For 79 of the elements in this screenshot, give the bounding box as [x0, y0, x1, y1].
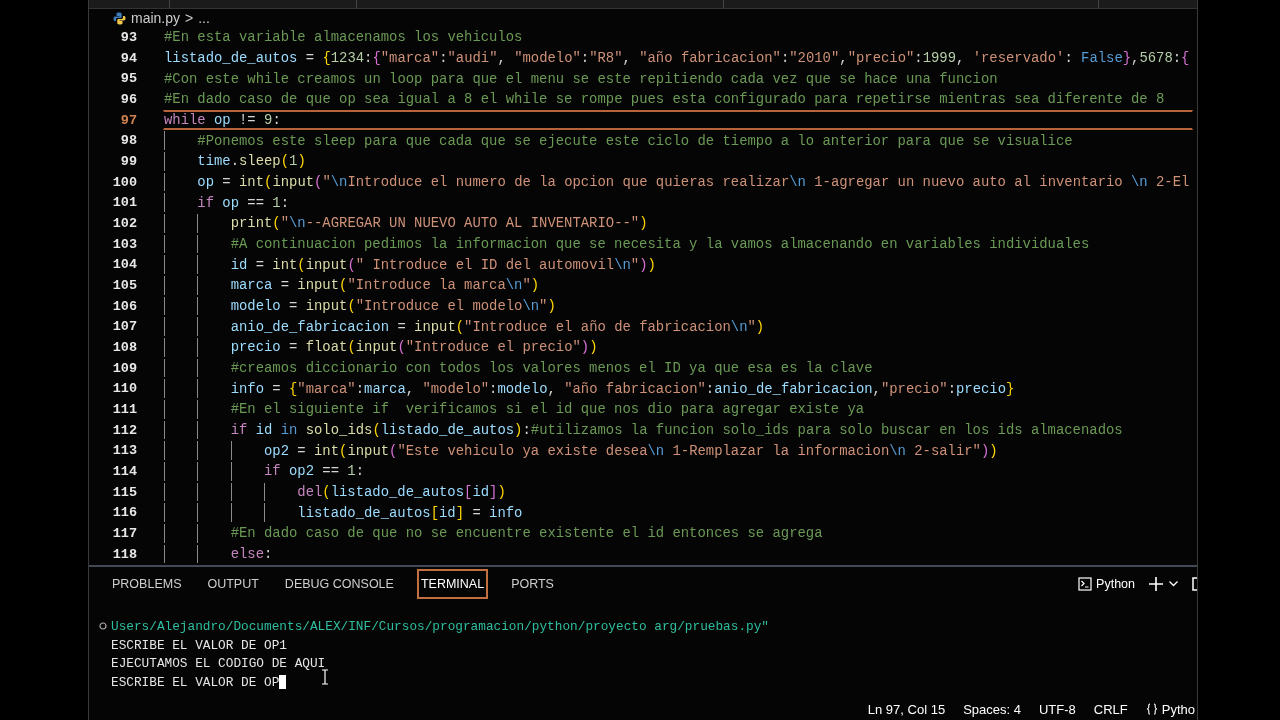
braces-icon	[1145, 703, 1158, 715]
line-number: 93	[119, 29, 137, 45]
code-line: listado_de_autos[id] = info	[297, 504, 523, 521]
code-line: op2 = int(input("Este vehiculo ya existe desea\n 1-Remplazar la informacion\n 2-salir"))	[264, 442, 998, 459]
line-number: 106	[111, 298, 137, 314]
code-line: if op == 1:	[197, 194, 290, 211]
code-line: #En dado caso de que no se encuentre existente el id entonces se agrega	[230, 525, 823, 542]
line-number: 113	[111, 443, 137, 459]
line-number: 117	[111, 525, 137, 541]
code-line: #creamos diccionario con todos los valores menos el ID ya que esa es la clave	[230, 360, 873, 377]
line-number: 103	[111, 236, 137, 252]
panel-tab[interactable]: TERMINAL	[416, 569, 489, 599]
line-number: 94	[119, 50, 137, 66]
line-number: 109	[111, 360, 137, 376]
code-line: id = int(input(" Introduce el ID del automovil\n"))	[230, 256, 656, 273]
code-line: #En el siguiente if verificamos si el id que nos dio para agregar existe ya	[230, 401, 865, 418]
cursor-position[interactable]: Ln 97, Col 15	[867, 701, 946, 717]
code-line: precio = float(input("Introduce el precio"))	[230, 339, 598, 356]
terminal-line: ESCRIBE EL VALOR DE OP	[111, 674, 280, 690]
code-line: #Ponemos este sleep para que cada que se ejecute este ciclo de tiempo a lo anterior para que se visualice	[197, 132, 1073, 149]
terminal-cursor	[279, 675, 287, 690]
python-file-icon	[113, 11, 126, 25]
code-line: op = int(input("\n Introduce el numero de la opcion que quieras realizar\n 1-agregar un nuevo auto al inventario \n 2-El	[197, 174, 1190, 191]
language-status[interactable]: Pytho	[1145, 701, 1195, 717]
code-line: anio_de_fabricacion = input("Introduce el año de fabricacion\n")	[230, 318, 765, 335]
line-number: 112	[111, 422, 137, 438]
text-cursor-icon	[321, 669, 329, 685]
code-line: #En dado caso de que op sea igual a 8 el while se rompe pues esta configurado para repetirse mientras sea diferente de 8	[164, 91, 1165, 108]
terminal-line: ESCRIBE EL VALOR DE OP1	[111, 637, 287, 653]
code-line: del(listado_de_autos[id])	[297, 484, 506, 501]
code-line: listado_de_autos = {1234:{"marca":"audi", "modelo":"R8", "año fabricacion":"2010","precio":1999, 'reservado': False},5678:{	[164, 50, 1190, 66]
line-number: 118	[111, 546, 137, 562]
code-line: if id in solo_ids(listado_de_autos):#utilizamos la funcion solo_ids para solo buscar en los ids almacenados	[230, 422, 1123, 439]
indentation-status[interactable]: Spaces: 4	[963, 701, 1021, 717]
line-number: 107	[111, 319, 137, 335]
chevron-down-icon[interactable]	[1169, 581, 1178, 587]
code-line: #A continuacion pedimos la informacion que se necesita y la vamos almacenando en variables individuales	[230, 236, 1090, 253]
line-number: 110	[111, 381, 137, 397]
breadcrumb-separator: >	[185, 10, 194, 26]
code-line: print("\n--AGREGAR UN NUEVO AUTO AL INVENTARIO--")	[230, 215, 648, 232]
encoding-status[interactable]: UTF-8	[1038, 701, 1076, 717]
code-line: modelo = input("Introduce el modelo\n")	[230, 298, 556, 315]
panel-tab[interactable]: OUTPUT	[204, 570, 262, 598]
line-number: 95	[119, 71, 137, 87]
line-number: 97	[119, 112, 137, 128]
line-number: 115	[111, 484, 137, 500]
plus-icon[interactable]	[1149, 577, 1163, 591]
code-line: if op2 == 1:	[264, 463, 365, 480]
code-line: while op != 9:	[164, 112, 281, 128]
terminal-line: EJECUTAMOS EL CODIGO DE AQUI	[111, 656, 326, 672]
panel-tab[interactable]: PROBLEMS	[109, 570, 185, 598]
code-line: else:	[230, 546, 273, 563]
breadcrumb-file[interactable]: main.py	[131, 10, 181, 26]
code-line: marca = input("Introduce la marca\n")	[230, 277, 540, 294]
terminal-line: Users/Alejandro/Documents/ALEX/INF/Cursos/programacion/python/proyecto arg/pruebas.py"	[111, 618, 769, 634]
line-number: 116	[111, 505, 137, 521]
line-number: 100	[111, 174, 137, 190]
line-number: 104	[111, 257, 137, 273]
line-number: 96	[119, 91, 137, 107]
line-number: 114	[111, 463, 137, 479]
line-number: 98	[119, 133, 137, 149]
line-number: 102	[111, 215, 137, 231]
panel-tab[interactable]: DEBUG CONSOLE	[281, 570, 397, 598]
line-number: 105	[111, 277, 137, 293]
line-number: 111	[111, 401, 137, 417]
code-line: #Con este while creamos un loop para que el menu se este repitiendo cada vez que se hace una funcion	[164, 70, 998, 87]
status-circle-icon	[99, 622, 107, 631]
line-number: 108	[111, 339, 137, 355]
code-line: info = {"marca":marca, "modelo":modelo, "año fabricacion":anio_de_fabricacion,"precio":precio}	[230, 380, 1015, 397]
panel-tab[interactable]: PORTS	[508, 570, 557, 598]
terminal-icon	[1078, 577, 1093, 591]
panel-icon[interactable]	[1192, 577, 1197, 591]
line-ending-status[interactable]: CRLF	[1093, 701, 1128, 717]
terminal-profile-button[interactable]: Python	[1078, 577, 1135, 591]
code-line: #En esta variable almacenamos los vehiculos	[164, 29, 523, 46]
line-number: 101	[111, 195, 137, 211]
code-line: time.sleep(1)	[197, 153, 306, 170]
breadcrumb-more[interactable]: ...	[198, 10, 210, 26]
line-number: 99	[119, 153, 137, 169]
